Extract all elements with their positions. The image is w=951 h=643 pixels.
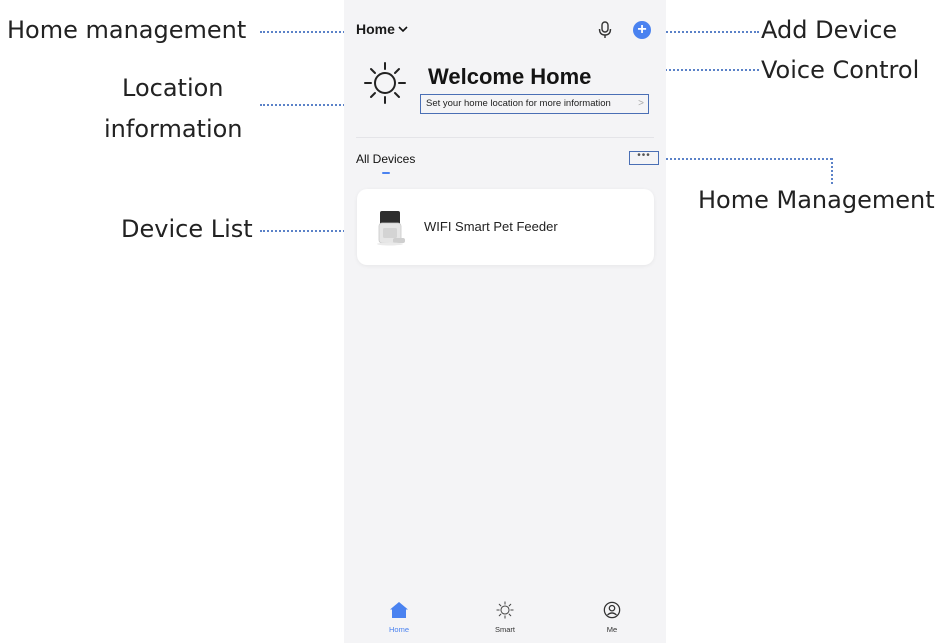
annotation-line-add-device bbox=[663, 31, 759, 33]
home-icon bbox=[390, 602, 408, 618]
section-divider bbox=[356, 137, 654, 138]
device-name: WIFI Smart Pet Feeder bbox=[424, 219, 558, 234]
bottom-tab-bar: Home Smart Me bbox=[344, 597, 666, 643]
home-label: Home bbox=[356, 21, 395, 37]
tab-home-label: Home bbox=[388, 625, 409, 634]
add-device-button[interactable]: + bbox=[633, 21, 651, 39]
profile-icon bbox=[603, 601, 621, 619]
tab-smart-label: Smart bbox=[494, 625, 515, 634]
annotation-line-device-list bbox=[260, 230, 356, 232]
device-card[interactable]: WIFI Smart Pet Feeder bbox=[357, 189, 654, 265]
tab-me-label: Me bbox=[606, 625, 618, 634]
pet-feeder-image bbox=[371, 207, 409, 247]
annotation-line-home-management-right bbox=[662, 158, 832, 160]
annotation-line-home-management bbox=[260, 31, 352, 33]
annotation-vline-home-management-right bbox=[831, 158, 833, 184]
chevron-down-icon bbox=[398, 26, 408, 33]
tab-me[interactable]: Me bbox=[582, 601, 642, 634]
microphone-icon[interactable] bbox=[597, 20, 613, 40]
chevron-right-icon: > bbox=[638, 98, 644, 109]
tab-home[interactable]: Home bbox=[369, 601, 429, 634]
location-prompt-text: Set your home location for more informat… bbox=[426, 98, 611, 109]
annotation-add-device: Add Device bbox=[761, 16, 898, 44]
annotation-home-management: Home management bbox=[7, 16, 247, 44]
smart-sun-icon bbox=[496, 601, 514, 619]
welcome-title: Welcome Home bbox=[428, 64, 592, 89]
sun-icon bbox=[364, 62, 406, 104]
annotation-location-line1: Location bbox=[122, 74, 224, 102]
more-options-button[interactable]: ••• bbox=[629, 151, 659, 165]
location-prompt[interactable]: Set your home location for more informat… bbox=[420, 94, 649, 114]
phone-screen: Home + Welcome Home Set your home locati… bbox=[344, 0, 666, 643]
annotation-home-management-right: Home Management bbox=[698, 186, 935, 214]
annotation-device-list: Device List bbox=[121, 215, 253, 243]
tab-indicator bbox=[382, 172, 390, 174]
home-selector[interactable]: Home bbox=[356, 21, 408, 37]
plus-icon: + bbox=[637, 21, 647, 38]
annotation-location-line2: information bbox=[104, 115, 243, 143]
tab-smart[interactable]: Smart bbox=[475, 601, 535, 634]
annotation-voice-control: Voice Control bbox=[761, 56, 920, 84]
tab-all-devices[interactable]: All Devices bbox=[356, 152, 415, 166]
